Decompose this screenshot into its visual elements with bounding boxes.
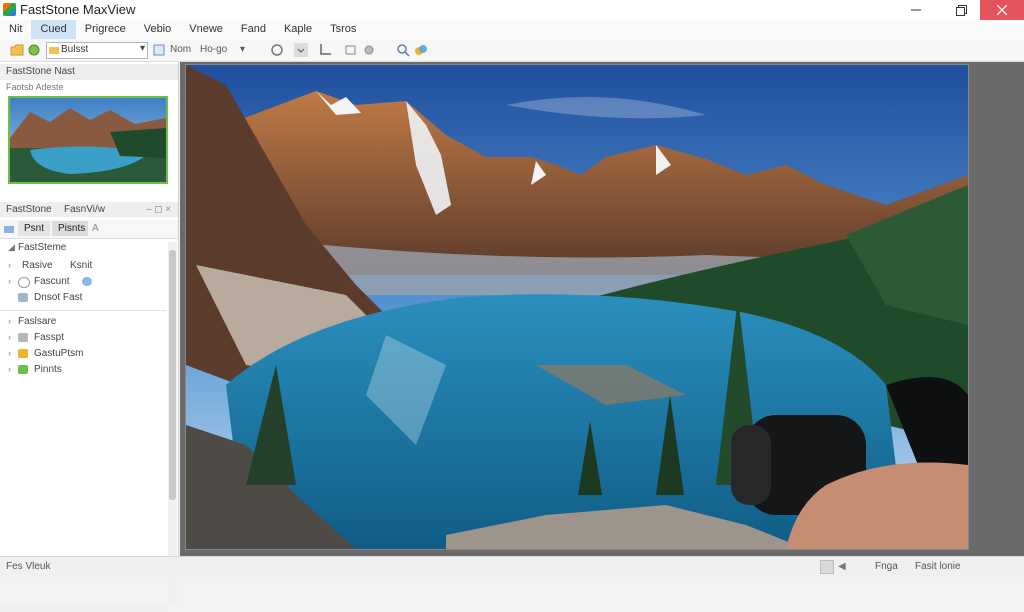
tree-item[interactable]: › GastuPtsm — [0, 346, 170, 362]
menu-item-5[interactable]: Vnewe — [180, 20, 232, 39]
tree-item[interactable]: › Pinnts — [0, 362, 170, 378]
menu-item-7[interactable]: Kaple — [275, 20, 321, 39]
vertical-scrollbar[interactable] — [168, 242, 177, 602]
menu-item-3[interactable]: Prigrece — [76, 20, 135, 39]
color-icon[interactable] — [414, 43, 428, 57]
status-right: Fasit lonie — [915, 561, 961, 572]
tab-3[interactable]: A — [92, 223, 99, 234]
tree-item[interactable]: › Fasspt — [0, 330, 170, 346]
minimize-button[interactable] — [895, 0, 937, 20]
mode-dropdown-icon[interactable]: ▾ — [240, 44, 245, 55]
title-bar: FastStone MaxView — [0, 0, 1024, 20]
pictures-icon — [18, 365, 28, 374]
minimize-icon — [911, 9, 921, 11]
mode-label[interactable]: Ho-go — [200, 44, 227, 55]
resize-icon[interactable] — [344, 43, 358, 57]
toolbar: Bulsst ▾ Nom Ho-go ▾ — [0, 39, 1024, 62]
browser-panel: FastStone Nast Faotsb Adeste FastStone F… — [0, 62, 179, 612]
path-value: Bulsst — [61, 44, 89, 55]
tree-item[interactable]: › Fascunt — [0, 274, 170, 290]
favorites-icon[interactable] — [27, 43, 41, 57]
path-combo[interactable]: Bulsst ▾ — [46, 42, 148, 59]
close-button[interactable] — [980, 0, 1024, 20]
folder-tab-icon — [4, 226, 14, 233]
menu-bar: Nit Cued Prigrece Vebio Vnewe Fand Kaple… — [0, 20, 1024, 39]
status-bar: Fes Vleuk ◀ Fnga Fasit lonie — [0, 556, 1024, 577]
app-logo-icon — [3, 3, 16, 16]
folder-icon — [18, 349, 28, 358]
menu-item-8[interactable]: Tsros — [321, 20, 365, 39]
horizontal-scrollbar[interactable] — [0, 603, 168, 612]
crop-icon[interactable] — [318, 43, 332, 57]
menu-item-4[interactable]: Vebio — [135, 20, 181, 39]
rotate-icon[interactable] — [270, 43, 284, 57]
restore-button[interactable] — [940, 0, 982, 20]
menu-item-1[interactable]: Nit — [0, 20, 31, 39]
panel-subheader: Faotsb Adeste — [6, 82, 64, 92]
scroll-thumb[interactable] — [169, 250, 176, 500]
close-icon — [997, 5, 1007, 15]
settings-icon[interactable] — [362, 43, 376, 57]
drive-icon — [18, 333, 28, 342]
landscape-photo — [186, 65, 968, 549]
thumbnail[interactable] — [8, 96, 168, 184]
tree-group[interactable]: › Faslsare — [0, 314, 170, 330]
tree-item[interactable]: › Rasive Ksnit — [0, 258, 170, 274]
thumbnail-image — [10, 98, 166, 182]
view-icon[interactable] — [152, 43, 166, 57]
tree-item[interactable]: Dnsot Fast — [0, 290, 170, 306]
dropdown-icon[interactable] — [294, 43, 308, 57]
main-photo[interactable] — [186, 65, 968, 549]
view-label[interactable]: Nom — [170, 44, 191, 55]
tab-2[interactable]: Pisnts — [52, 221, 88, 236]
panel-header: FastStone Nast — [0, 64, 178, 80]
tab-1[interactable]: Psnt — [18, 221, 50, 236]
menu-item-6[interactable]: Fand — [232, 20, 275, 39]
folder-icon[interactable] — [10, 43, 24, 57]
drive-icon — [18, 277, 30, 288]
status-left: Fes Vleuk — [6, 561, 51, 572]
section-header: FastStone FasnVi/w – ◻ × — [0, 202, 178, 217]
restore-icon — [955, 4, 967, 16]
menu-item-2[interactable]: Cued — [31, 20, 76, 39]
tree-root[interactable]: ◢ FastSteme — [0, 240, 170, 256]
zoom-icon[interactable] — [396, 43, 410, 57]
chevron-down-icon: ▾ — [139, 43, 145, 54]
page-prev-button[interactable] — [820, 560, 834, 574]
globe-icon — [82, 277, 92, 286]
panel-controls-icon: – ◻ × — [146, 204, 172, 215]
page-label: Fnga — [875, 561, 898, 572]
window-title: FastStone MaxView — [20, 2, 136, 17]
page-next-icon[interactable]: ◀ — [838, 561, 846, 572]
divider — [0, 310, 166, 311]
tab-strip: Psnt Pisnts A — [0, 220, 178, 239]
folder-icon — [18, 293, 28, 302]
folder-small-icon — [49, 47, 59, 54]
